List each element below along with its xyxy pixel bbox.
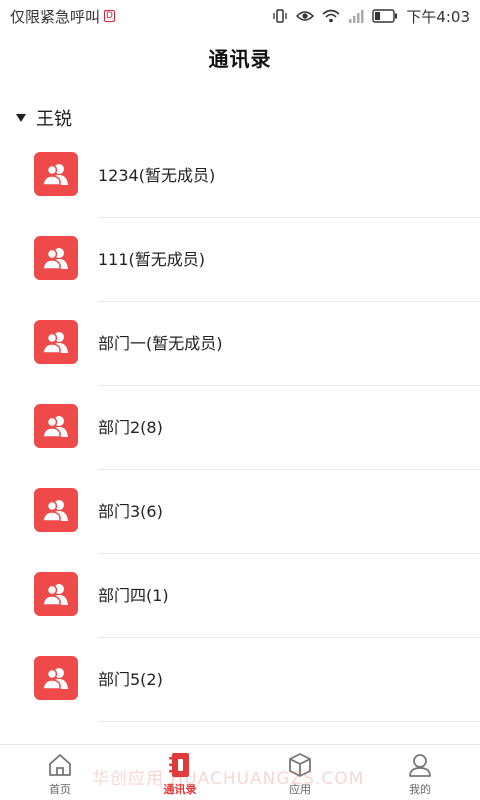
department-label: 111(暂无成员) xyxy=(98,250,206,269)
list-item[interactable]: 部门3(6) xyxy=(0,470,480,554)
status-time: 下午4:03 xyxy=(406,7,470,26)
tab-label: 通讯录 xyxy=(163,783,197,796)
tab-label: 我的 xyxy=(409,783,431,796)
department-label: 部门2(8) xyxy=(98,418,163,437)
tab-me[interactable]: 我的 xyxy=(360,745,480,800)
group-avatar-icon xyxy=(34,404,78,448)
header: 通讯录 xyxy=(0,32,480,82)
home-icon xyxy=(46,751,74,779)
list-item[interactable]: 部门2(8) xyxy=(0,386,480,470)
department-list: 1234(暂无成员) 111(暂无成员) 部门一(暂无成员) 部门2(8) 部门… xyxy=(0,134,480,722)
list-item[interactable]: 111(暂无成员) xyxy=(0,218,480,302)
status-left: 仅限紧急呼叫 D xyxy=(10,6,115,27)
tab-apps[interactable]: 应用 xyxy=(240,745,360,800)
eye-icon xyxy=(296,9,315,23)
list-item[interactable]: 部门5(2) xyxy=(0,638,480,722)
status-right: 下午4:03 xyxy=(272,6,470,27)
group-avatar-icon xyxy=(34,236,78,280)
bottom-tab-bar: 首页 通讯录 应用 我的 xyxy=(0,744,480,800)
list-item[interactable]: 部门四(1) xyxy=(0,554,480,638)
group-avatar-icon xyxy=(34,488,78,532)
tab-contacts[interactable]: 通讯录 xyxy=(120,745,240,800)
signal-icon xyxy=(348,9,364,23)
tab-label: 应用 xyxy=(289,783,311,796)
caret-down-icon xyxy=(16,114,26,122)
hd-badge: D xyxy=(104,10,115,22)
vibrate-icon xyxy=(272,8,288,24)
department-label: 部门5(2) xyxy=(98,670,163,689)
group-avatar-icon xyxy=(34,572,78,616)
contacts-book-icon xyxy=(166,751,194,779)
page-title: 通讯录 xyxy=(208,46,272,71)
tab-home[interactable]: 首页 xyxy=(0,745,120,800)
list-item[interactable]: 部门一(暂无成员) xyxy=(0,302,480,386)
department-label: 部门一(暂无成员) xyxy=(98,334,223,353)
tab-label: 首页 xyxy=(49,783,71,796)
department-label: 部门四(1) xyxy=(98,586,169,605)
user-icon xyxy=(406,751,434,779)
carrier-text: 仅限紧急呼叫 xyxy=(10,7,101,26)
department-label: 部门3(6) xyxy=(98,502,163,521)
department-label: 1234(暂无成员) xyxy=(98,166,216,185)
group-avatar-icon xyxy=(34,320,78,364)
status-bar: 仅限紧急呼叫 D 下午4:03 xyxy=(0,0,480,32)
cube-icon xyxy=(286,751,314,779)
group-name: 王锐 xyxy=(36,109,72,130)
group-avatar-icon xyxy=(34,152,78,196)
list-item[interactable]: 1234(暂无成员) xyxy=(0,134,480,218)
group-header[interactable]: 王锐 xyxy=(0,98,480,138)
group-avatar-icon xyxy=(34,656,78,700)
battery-icon xyxy=(372,9,398,23)
wifi-icon xyxy=(322,9,340,23)
divider xyxy=(98,721,480,722)
